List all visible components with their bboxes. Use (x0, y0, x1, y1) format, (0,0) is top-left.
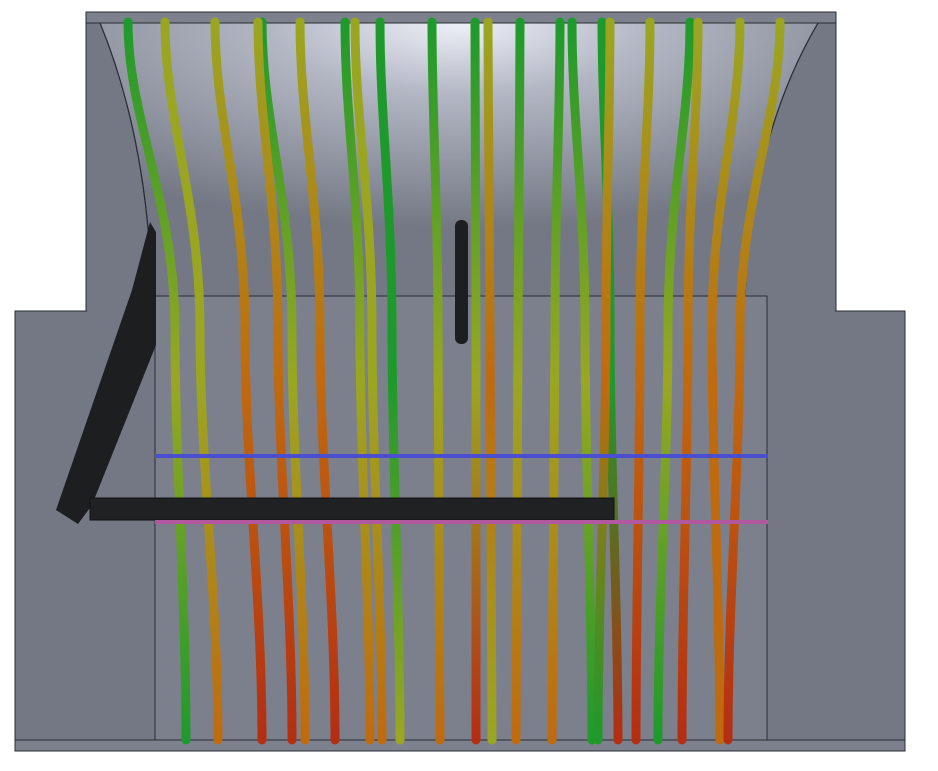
top-rim (85, 11, 837, 24)
streamline (511, 17, 525, 745)
vertical-probe (455, 220, 468, 344)
flow-simulation-view (0, 0, 938, 771)
bottom-rim (14, 739, 906, 752)
streamline (483, 17, 497, 745)
horizontal-baffle (89, 497, 615, 521)
streamline (470, 17, 481, 745)
